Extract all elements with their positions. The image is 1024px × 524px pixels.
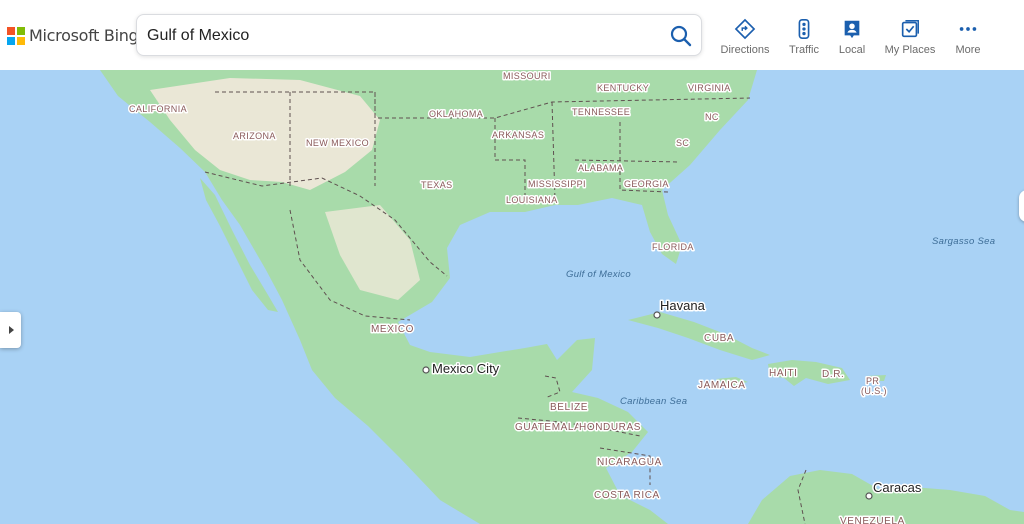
label-caribbean-sea: Caribbean Sea xyxy=(620,396,687,407)
label-alabama: ALABAMA xyxy=(578,163,623,173)
caracas-marker-icon[interactable] xyxy=(865,492,873,500)
expand-panel-button[interactable] xyxy=(0,312,21,348)
label-nicaragua: NICARAGUA xyxy=(597,457,662,468)
label-florida: FLORIDA xyxy=(652,242,694,252)
my-places-label: My Places xyxy=(884,44,936,56)
label-louisiana: LOUISIANA xyxy=(506,195,558,205)
basemap: MISSOURI KENTUCKY VIRGINIA CALIFORNIA OK… xyxy=(0,70,1024,524)
label-havana: Havana xyxy=(660,298,706,313)
label-sc: SC xyxy=(676,138,689,148)
chevron-right-icon xyxy=(9,326,14,334)
label-mississippi: MISSISSIPPI xyxy=(528,179,586,189)
label-mexico: MEXICO xyxy=(371,324,414,335)
label-dr: D.R. xyxy=(822,369,844,380)
mexico-city-marker-icon[interactable] xyxy=(422,366,430,374)
label-nc: NC xyxy=(705,112,719,122)
label-cuba: CUBA xyxy=(704,333,734,344)
brand-name: Microsoft Bing xyxy=(29,26,139,45)
label-belize: BELIZE xyxy=(550,402,588,413)
my-places-icon xyxy=(901,20,919,38)
bing-logo[interactable]: Microsoft Bing xyxy=(7,26,139,45)
microsoft-logo-icon xyxy=(7,26,25,45)
label-jamaica: JAMAICA xyxy=(698,380,746,391)
label-missouri: MISSOURI xyxy=(503,71,551,81)
label-tennessee: TENNESSEE xyxy=(572,107,630,117)
label-haiti: HAITI xyxy=(769,368,798,379)
local-label: Local xyxy=(838,44,866,56)
search-icon[interactable] xyxy=(669,24,693,48)
label-texas: TEXAS xyxy=(421,180,453,190)
label-mexico-city: Mexico City xyxy=(432,361,500,376)
local-icon xyxy=(844,20,860,39)
label-virginia: VIRGINIA xyxy=(688,83,731,93)
label-georgia: GEORGIA xyxy=(624,179,669,189)
my-places-button[interactable]: My Places xyxy=(880,18,940,56)
traffic-icon xyxy=(798,19,810,39)
directions-icon xyxy=(734,18,756,40)
label-guatemala: GUATEMALA xyxy=(515,422,581,433)
label-costa-rica: COSTA RICA xyxy=(594,490,660,501)
label-new-mexico: NEW MEXICO xyxy=(306,138,369,148)
map-canvas[interactable]: MISSOURI KENTUCKY VIRGINIA CALIFORNIA OK… xyxy=(0,70,1024,524)
label-kentucky: KENTUCKY xyxy=(597,83,649,93)
label-gulf-of-mexico: Gulf of Mexico xyxy=(566,269,631,280)
search-box[interactable] xyxy=(136,14,702,56)
label-oklahoma: OKLAHOMA xyxy=(429,109,483,119)
label-arizona: ARIZONA xyxy=(233,131,276,141)
label-honduras: HONDURAS xyxy=(579,422,641,433)
label-pr-us: (U.S.) xyxy=(861,386,887,396)
label-sargasso-sea: Sargasso Sea xyxy=(932,236,995,247)
top-bar: Microsoft Bing Directions Traffic Local … xyxy=(0,0,1024,70)
label-pr: PR xyxy=(866,376,879,386)
more-button[interactable]: More xyxy=(938,18,998,56)
local-button[interactable]: Local xyxy=(822,18,882,56)
directions-button[interactable]: Directions xyxy=(715,18,775,56)
search-input[interactable] xyxy=(147,23,647,49)
traffic-label: Traffic xyxy=(789,44,819,56)
label-arkansas: ARKANSAS xyxy=(492,130,544,140)
label-california: CALIFORNIA xyxy=(129,104,187,114)
label-venezuela: VENEZUELA xyxy=(840,516,905,524)
more-icon xyxy=(959,27,977,31)
label-caracas: Caracas xyxy=(873,480,922,495)
map-side-handle[interactable] xyxy=(1019,190,1024,222)
more-label: More xyxy=(955,44,981,56)
directions-label: Directions xyxy=(720,44,770,56)
